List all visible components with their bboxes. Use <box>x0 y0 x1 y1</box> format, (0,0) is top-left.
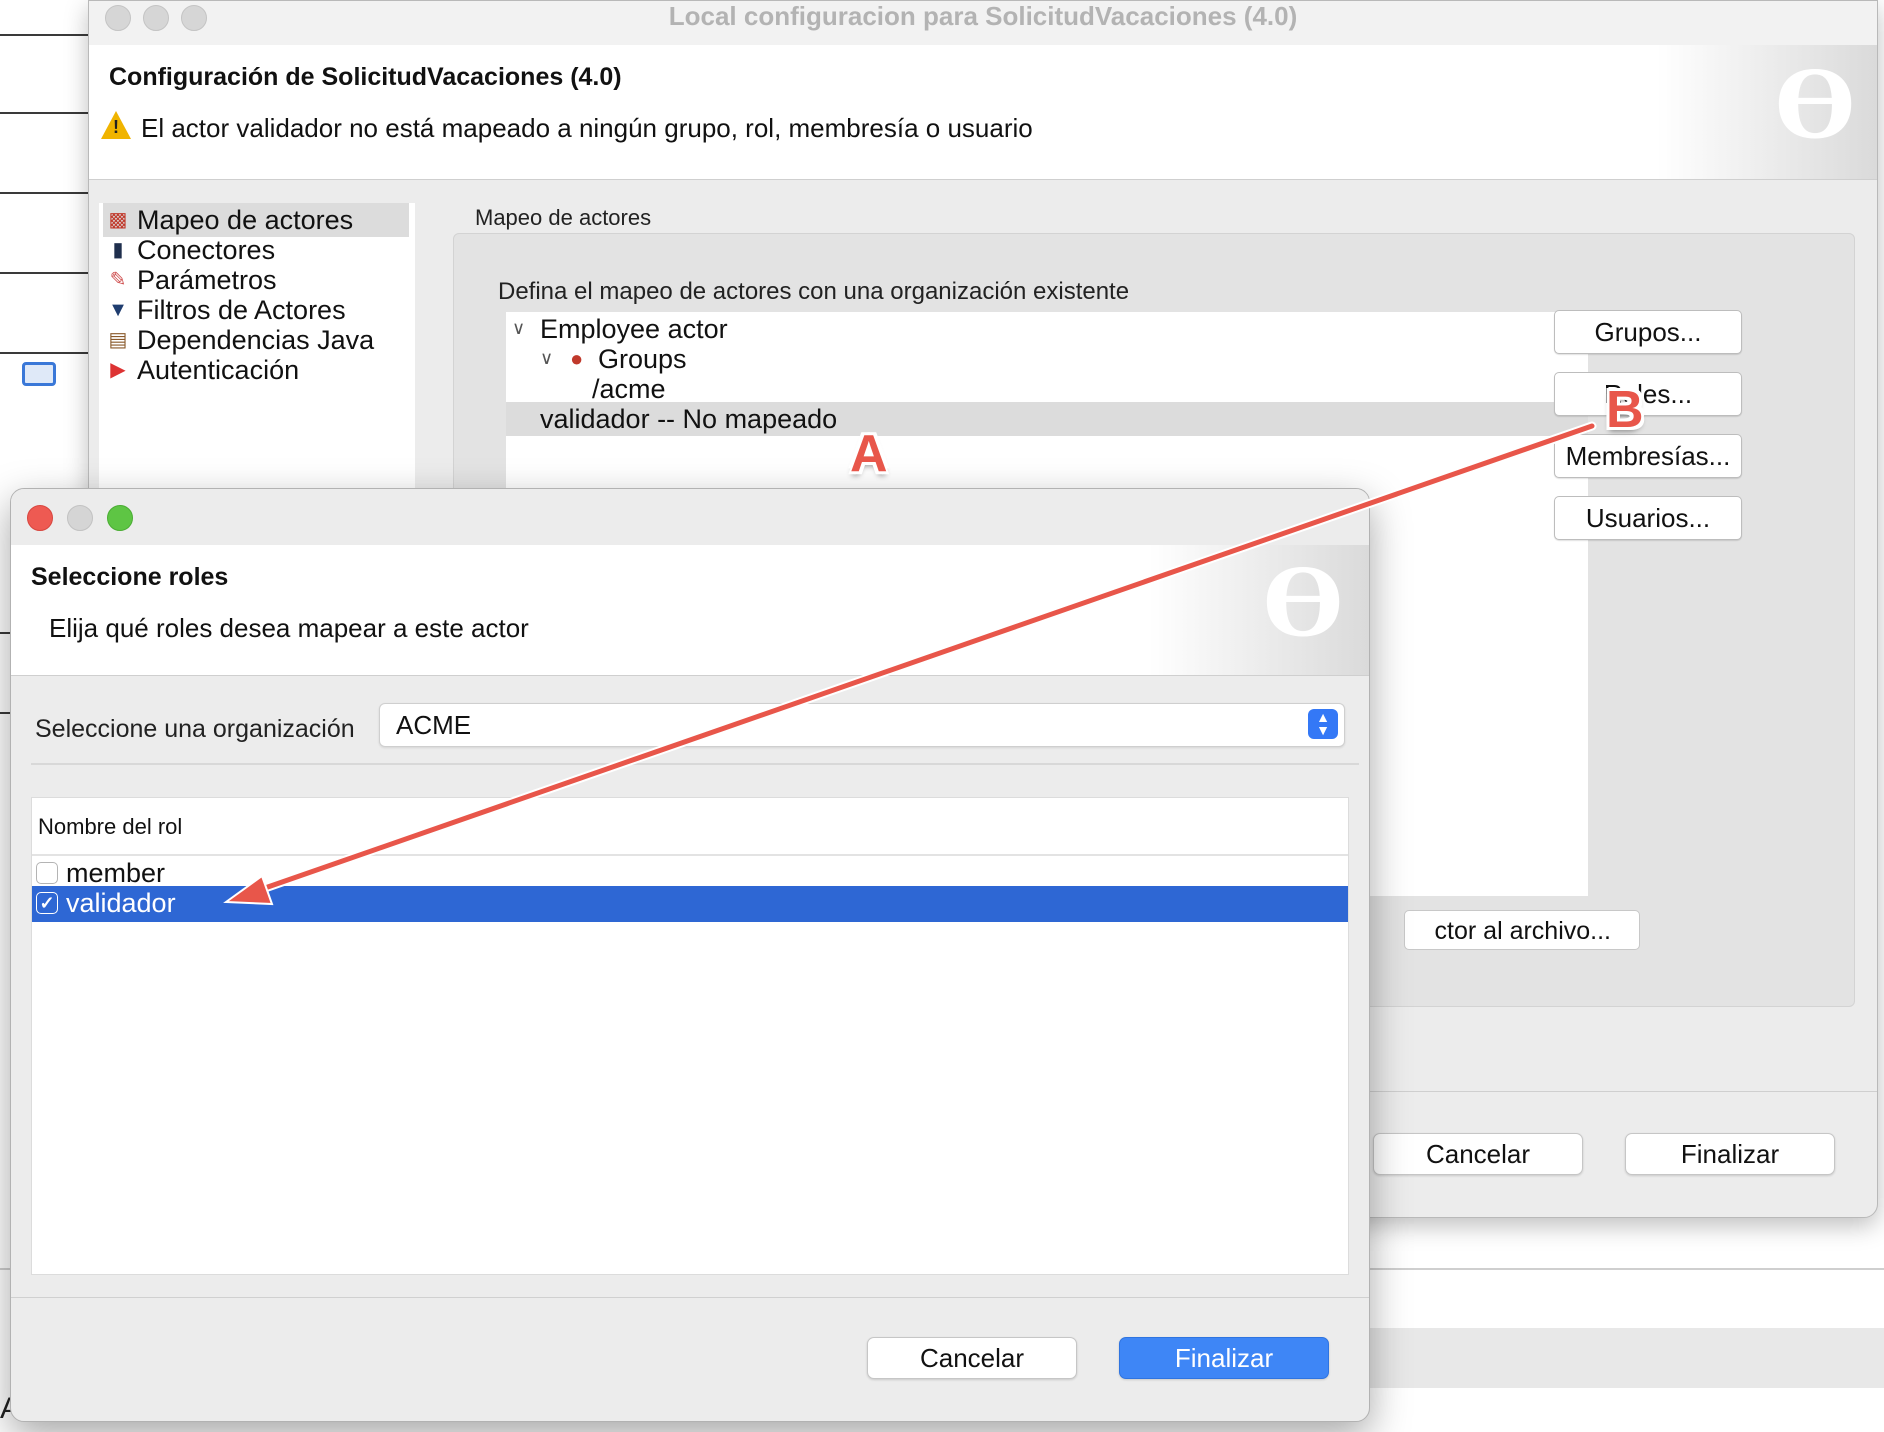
annotation-arrow <box>223 421 1597 906</box>
annotation-label-b: B <box>1606 381 1644 439</box>
annotation-label-a: A <box>850 425 888 483</box>
